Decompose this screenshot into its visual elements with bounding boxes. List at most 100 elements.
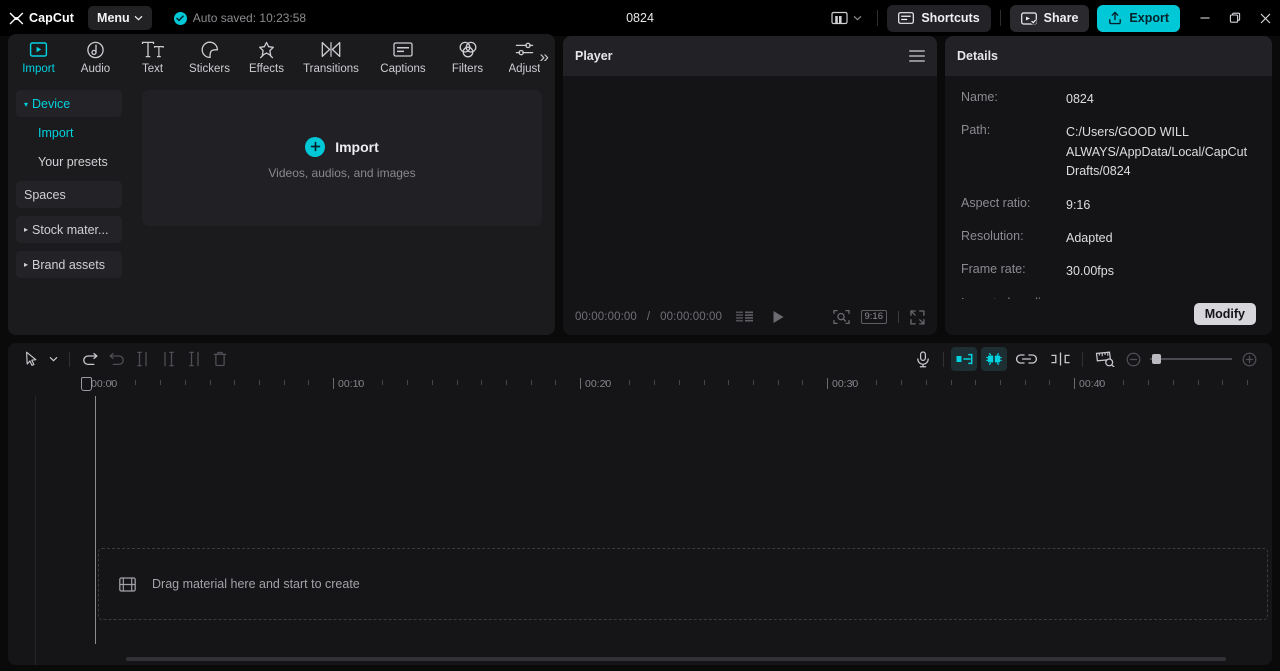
player-title: Player bbox=[575, 49, 613, 63]
tab-audio[interactable]: Audio bbox=[67, 34, 124, 80]
quality-icon[interactable] bbox=[736, 311, 754, 324]
player-header: Player bbox=[563, 36, 937, 76]
playhead-handle[interactable] bbox=[81, 377, 92, 391]
playhead-line[interactable] bbox=[95, 396, 96, 644]
chevron-down-icon bbox=[853, 15, 862, 21]
import-dropzone[interactable]: Import Videos, audios, and images bbox=[142, 90, 542, 226]
zoom-slider-track[interactable] bbox=[1150, 354, 1232, 364]
details-body: Name: 0824 Path: C:/Users/GOOD WILL ALWA… bbox=[945, 76, 1272, 299]
detail-value: 0824 bbox=[1066, 92, 1094, 106]
tab-import[interactable]: Import bbox=[10, 34, 67, 80]
detail-row-frame-rate: Frame rate: 30.00fps bbox=[961, 262, 1256, 281]
tab-text[interactable]: Text bbox=[124, 34, 181, 80]
player-stage[interactable] bbox=[563, 76, 937, 299]
capcut-logo-icon bbox=[9, 12, 24, 25]
close-button[interactable] bbox=[1250, 4, 1280, 32]
ruler-tick bbox=[999, 380, 1001, 385]
modify-button[interactable]: Modify bbox=[1193, 303, 1256, 325]
crop-zoom-icon[interactable] bbox=[832, 309, 850, 325]
timeline-ruler[interactable]: 00:00 00:10 00:20 00:30 00:40 bbox=[86, 375, 1272, 396]
play-icon[interactable] bbox=[772, 310, 785, 324]
tab-effects[interactable]: Effects bbox=[238, 34, 295, 80]
ruler-tick bbox=[209, 380, 211, 385]
split-marker-icon[interactable] bbox=[1045, 347, 1075, 371]
detail-row-resolution: Resolution: Adapted bbox=[961, 229, 1256, 248]
player-controls: 00:00:00:00 / 00:00:00:00 9:16 bbox=[563, 299, 937, 335]
detail-value: Adapted bbox=[1066, 230, 1113, 245]
film-strip-icon bbox=[119, 576, 136, 592]
sidebar-item-spaces[interactable]: Spaces bbox=[16, 181, 122, 208]
mirror-icon[interactable] bbox=[981, 347, 1007, 371]
sidebar-item-stock-materials[interactable]: ▸ Stock mater... bbox=[16, 216, 122, 243]
hamburger-icon[interactable] bbox=[909, 50, 925, 62]
split-icon[interactable] bbox=[129, 347, 155, 371]
ruler-label: 00:40 bbox=[1079, 378, 1106, 390]
timeline-scrollbar[interactable] bbox=[126, 657, 1226, 661]
ruler-tick bbox=[629, 380, 631, 385]
sidebar-item-device[interactable]: ▾ Device bbox=[16, 90, 122, 117]
tab-text-label: Text bbox=[141, 62, 164, 75]
media-tab-bar: Import Audio Text Stickers Effects Trans… bbox=[8, 34, 555, 80]
shortcuts-icon bbox=[898, 12, 915, 24]
shortcuts-button[interactable]: Shortcuts bbox=[887, 4, 991, 32]
fullscreen-icon[interactable] bbox=[910, 309, 925, 325]
tab-filters[interactable]: Filters bbox=[439, 34, 496, 80]
tab-import-label: Import bbox=[22, 62, 55, 75]
effects-icon bbox=[257, 40, 276, 60]
ruler-icon[interactable] bbox=[1090, 347, 1120, 371]
import-dropzone-row: Import bbox=[305, 136, 379, 157]
chevron-down-icon[interactable] bbox=[44, 347, 62, 371]
layout-button[interactable] bbox=[825, 5, 868, 31]
zoom-out-icon[interactable] bbox=[1120, 347, 1146, 371]
zoom-slider[interactable] bbox=[1150, 354, 1232, 364]
ruler-tick bbox=[1148, 380, 1150, 385]
ruler-tick bbox=[234, 380, 236, 385]
adjust-icon bbox=[515, 40, 534, 60]
aspect-ratio-chip[interactable]: 9:16 bbox=[860, 309, 887, 325]
ruler-tick bbox=[703, 380, 705, 385]
trim-left-icon[interactable] bbox=[155, 347, 181, 371]
tab-stickers[interactable]: Stickers bbox=[181, 34, 238, 80]
ruler-tick bbox=[481, 380, 483, 385]
export-button[interactable]: Export bbox=[1097, 4, 1180, 32]
maximize-button[interactable] bbox=[1220, 4, 1250, 32]
drop-track-placeholder[interactable]: Drag material here and start to create bbox=[98, 548, 1268, 620]
sidebar-item-import[interactable]: Import bbox=[16, 119, 122, 146]
menu-button[interactable]: Menu bbox=[88, 6, 152, 30]
sidebar-item-stock-materials-label: Stock mater... bbox=[32, 222, 109, 237]
sidebar-item-your-presets[interactable]: Your presets bbox=[16, 148, 122, 175]
sidebar-item-brand-assets[interactable]: ▸ Brand assets bbox=[16, 251, 122, 278]
details-footer: Modify bbox=[945, 299, 1272, 335]
tab-transitions[interactable]: Transitions bbox=[295, 34, 367, 80]
check-circle-icon bbox=[173, 11, 187, 25]
zoom-in-icon[interactable] bbox=[1236, 347, 1262, 371]
transitions-icon bbox=[321, 40, 341, 60]
ruler-label: 00:20 bbox=[585, 378, 612, 390]
timeline-toolbar bbox=[8, 343, 1272, 375]
zoom-slider-knob[interactable] bbox=[1152, 354, 1161, 364]
minimize-button[interactable] bbox=[1190, 4, 1220, 32]
ruler-label: 00:00 bbox=[91, 378, 118, 390]
delete-icon[interactable] bbox=[207, 347, 233, 371]
undo-icon[interactable] bbox=[77, 347, 103, 371]
ruler-tick bbox=[382, 380, 384, 385]
autosave-label: Auto saved: 10:23:58 bbox=[192, 11, 307, 25]
ruler-major-tick bbox=[827, 378, 828, 389]
trim-right-icon[interactable] bbox=[181, 347, 207, 371]
ruler-tick bbox=[901, 380, 903, 385]
select-tool-icon[interactable] bbox=[18, 347, 44, 371]
more-tabs-icon[interactable]: » bbox=[540, 48, 549, 65]
player-panel: Player 00:00:00:00 / 00:00:00:00 9:16 bbox=[563, 36, 937, 335]
detail-key: Resolution: bbox=[961, 228, 1024, 243]
microphone-icon[interactable] bbox=[910, 347, 936, 371]
link-icon[interactable] bbox=[1011, 347, 1041, 371]
redo-icon[interactable] bbox=[103, 347, 129, 371]
share-button[interactable]: Share bbox=[1009, 4, 1090, 32]
window-controls bbox=[1190, 4, 1280, 32]
auto-cut-icon[interactable] bbox=[951, 347, 977, 371]
export-label: Export bbox=[1129, 11, 1169, 25]
player-time-separator: / bbox=[646, 311, 651, 323]
plus-circle-icon bbox=[305, 136, 326, 157]
timeline-tracks[interactable]: Drag material here and start to create bbox=[8, 396, 1272, 665]
tab-captions[interactable]: Captions bbox=[367, 34, 439, 80]
